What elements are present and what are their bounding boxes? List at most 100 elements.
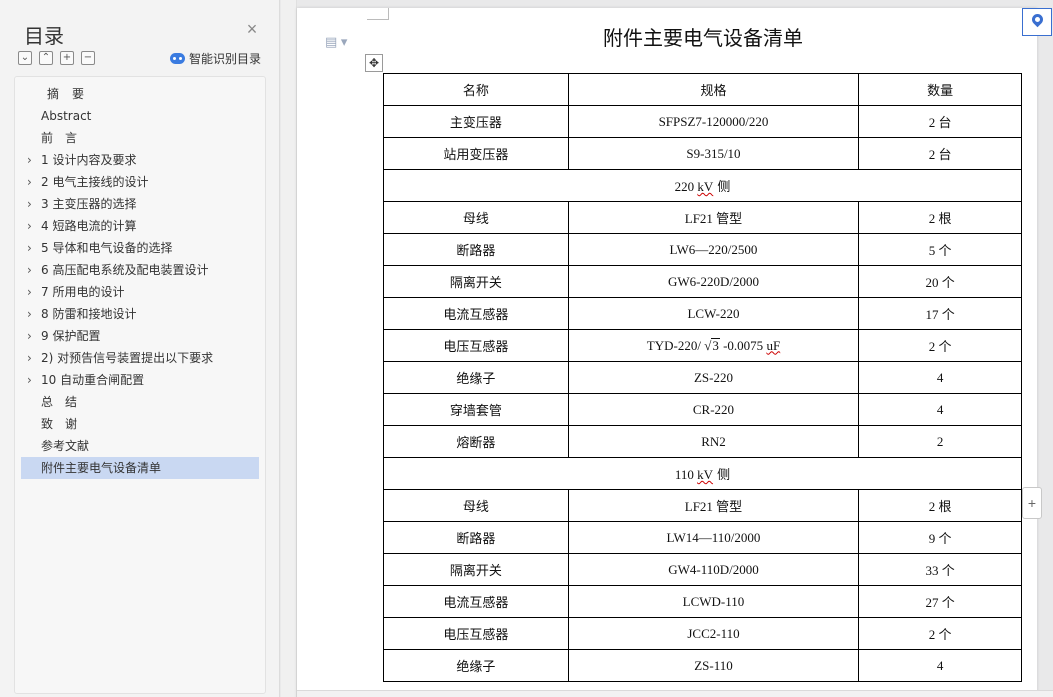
table-row: 电压互感器 JCC2-110 2 个 — [383, 617, 1022, 650]
spec-suffix: -0.0075 — [719, 337, 767, 353]
spec-cell: LCWD-110 — [567, 585, 860, 618]
chevron-right-icon[interactable]: › — [27, 325, 32, 347]
spec-cell: S9-315/10 — [567, 137, 860, 170]
close-icon[interactable]: × — [243, 20, 261, 38]
document-page: ▤ ▾ ✥ 附件主要电气设备清单 名称 规格 数量 主变压器 SFPSZ7-120000… — [297, 8, 1037, 697]
name-cell: 断路器 — [383, 521, 569, 554]
qty-cell: 2 — [858, 425, 1022, 458]
toc-item[interactable]: › 2 电气主接线的设计 — [21, 171, 259, 193]
toc-item-label: 4 短路电流的计算 — [41, 219, 137, 233]
location-pin-button[interactable] — [1022, 8, 1052, 36]
toc-item[interactable]: 摘 要 — [21, 83, 259, 105]
toc-item[interactable]: › 8 防雷和接地设计 — [21, 303, 259, 325]
chevron-right-icon[interactable]: › — [27, 303, 32, 325]
spec-cell: ZS-220 — [567, 361, 860, 394]
toc-item-label: 摘 要 — [47, 87, 85, 101]
spec-unit: uF — [766, 337, 781, 353]
toc-item[interactable]: › 6 高压配电系统及配电装置设计 — [21, 259, 259, 281]
toc-item[interactable]: › 7 所用电的设计 — [21, 281, 259, 303]
name-cell: 电压互感器 — [383, 617, 569, 650]
toc-item-label: 参考文献 — [41, 439, 90, 453]
page-title: 附件主要电气设备清单 — [603, 26, 803, 50]
name-cell: 隔离开关 — [383, 265, 569, 298]
remove-heading-button[interactable]: − — [81, 51, 95, 65]
toc-item-label: 6 高压配电系统及配电装置设计 — [41, 263, 209, 277]
toc-item-label: 5 导体和电气设备的选择 — [41, 241, 173, 255]
collapse-all-button[interactable]: ⌄ — [18, 51, 32, 65]
table-row: 绝缘子 ZS-220 4 — [383, 361, 1022, 394]
toc-item[interactable]: Abstract — [21, 105, 259, 127]
chevron-right-icon[interactable]: › — [27, 237, 32, 259]
expand-all-button[interactable]: ⌃ — [39, 51, 53, 65]
name-cell: 站用变压器 — [383, 137, 569, 170]
toc-item[interactable]: 致 谢 — [21, 413, 259, 435]
page-corner-mark — [367, 8, 389, 20]
toc-item[interactable]: › 9 保护配置 — [21, 325, 259, 347]
toc-item[interactable]: 前 言 — [21, 127, 259, 149]
equipment-table: 名称 规格 数量 主变压器 SFPSZ7-120000/220 2 台站用变压器 S9-31… — [383, 73, 1022, 682]
table-row: 穿墙套管 CR-220 4 — [383, 393, 1022, 426]
horizontal-scrollbar[interactable] — [297, 690, 1053, 697]
ai-robot-icon — [170, 53, 185, 64]
table-row: 熔断器 RN2 2 — [383, 425, 1022, 458]
name-cell: 电压互感器 — [383, 329, 569, 362]
toc-item-label: 1 设计内容及要求 — [41, 153, 137, 167]
spec-cell: LF21 管型 — [567, 201, 860, 234]
toc-item[interactable]: 总 结 — [21, 391, 259, 413]
toc-item[interactable]: › 4 短路电流的计算 — [21, 215, 259, 237]
name-cell: 绝缘子 — [383, 361, 569, 394]
toc-item[interactable]: 参考文献 — [21, 435, 259, 457]
toc-title: 目录 — [24, 24, 64, 48]
spec-cell: LCW-220 — [567, 297, 860, 330]
toc-item[interactable]: › 3 主变压器的选择 — [21, 193, 259, 215]
spec-cell: GW6-220D/2000 — [567, 265, 860, 298]
qty-cell: 2 台 — [858, 105, 1022, 138]
chevron-right-icon[interactable]: › — [27, 149, 32, 171]
qty-cell: 5 个 — [858, 233, 1022, 266]
toc-item-label: 9 保护配置 — [41, 329, 101, 343]
chevron-right-icon[interactable]: › — [27, 347, 32, 369]
spec-prefix: TYD-220/ — [646, 337, 705, 353]
toc-item-label: 3 主变压器的选择 — [41, 197, 137, 211]
toc-item-label: 致 谢 — [41, 417, 78, 431]
table-row: 绝缘子 ZS-110 4 — [383, 649, 1022, 682]
add-heading-button[interactable]: + — [60, 51, 74, 65]
toc-item-label: 附件主要电气设备清单 — [41, 461, 162, 475]
table-row: 站用变压器 S9-315/10 2 台 — [383, 137, 1022, 170]
smart-recognize-toc-button[interactable]: 智能识别目录 — [170, 50, 261, 67]
chevron-right-icon[interactable]: › — [27, 171, 32, 193]
chevron-right-icon[interactable]: › — [27, 193, 32, 215]
name-cell: 隔离开关 — [383, 553, 569, 586]
chevron-right-icon[interactable]: › — [27, 259, 32, 281]
toc-item[interactable]: › 5 导体和电气设备的选择 — [21, 237, 259, 259]
toc-item[interactable]: › 10 自动重合闸配置 — [21, 369, 259, 391]
move-handle-icon[interactable]: ✥ — [365, 54, 383, 72]
table-row: 隔离开关 GW6-220D/2000 20 个 — [383, 265, 1022, 298]
table-header-row: 名称 规格 数量 — [383, 73, 1022, 106]
qty-cell: 4 — [858, 393, 1022, 426]
location-pin-icon — [1029, 11, 1046, 28]
qty-cell: 2 根 — [858, 201, 1022, 234]
qty-cell: 33 个 — [858, 553, 1022, 586]
toc-item[interactable]: › 1 设计内容及要求 — [21, 149, 259, 171]
table-row: 母线 LF21 管型 2 根 — [383, 489, 1022, 522]
add-column-icon[interactable]: + — [1022, 487, 1042, 519]
page-gutter — [281, 0, 297, 697]
chevron-right-icon[interactable]: › — [27, 215, 32, 237]
qty-cell: 2 根 — [858, 489, 1022, 522]
table-row: 220 kV 侧 — [383, 169, 1022, 202]
toc-toolbar: ⌄ ⌃ + − — [18, 51, 95, 65]
spec-cell: TYD-220/ √3 -0.0075 uF — [567, 329, 860, 362]
toc-item-label: 前 言 — [41, 131, 78, 145]
column-header: 规格 — [567, 73, 860, 106]
table-row: 电流互感器 LCW-220 17 个 — [383, 297, 1022, 330]
toc-item-label: 10 自动重合闸配置 — [41, 373, 145, 387]
sqrt-sign: √ — [704, 337, 712, 353]
name-cell: 电流互感器 — [383, 297, 569, 330]
toc-item-label: 2) 对预告信号装置提出以下要求 — [41, 351, 214, 365]
toc-item[interactable]: › 2) 对预告信号装置提出以下要求 — [21, 347, 259, 369]
chevron-right-icon[interactable]: › — [27, 281, 32, 303]
chevron-right-icon[interactable]: › — [27, 369, 32, 391]
column-header: 数量 — [858, 73, 1022, 106]
toc-item[interactable]: 附件主要电气设备清单 — [21, 457, 259, 479]
